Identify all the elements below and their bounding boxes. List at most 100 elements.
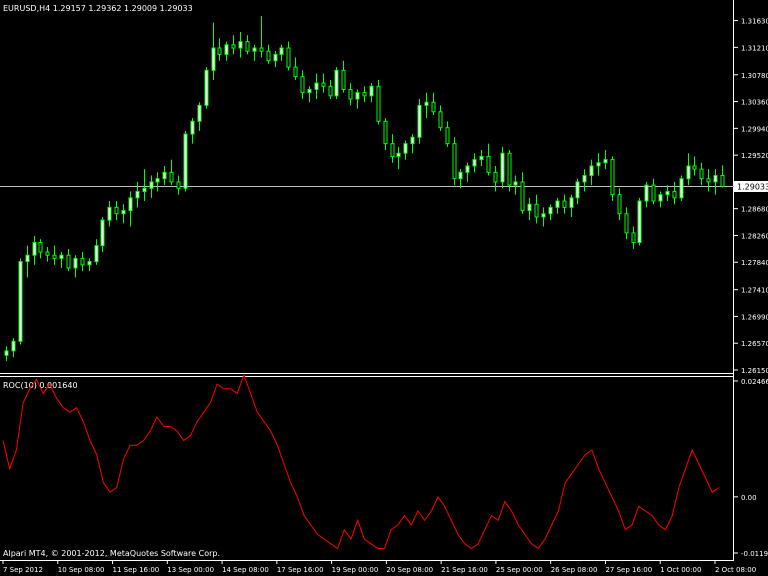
candle-body-bull [128, 197, 133, 212]
candle [493, 165, 498, 192]
candle [486, 143, 491, 176]
candle [362, 86, 367, 103]
candle-body-bull [582, 175, 587, 183]
time-tick-label: 7 Sep 2012 [3, 566, 43, 574]
candle-body-bear [507, 152, 512, 186]
candle-body-bull [637, 200, 642, 243]
candle [438, 105, 443, 131]
candle [527, 197, 532, 221]
candle [176, 175, 181, 195]
candle [500, 146, 505, 189]
candle [631, 226, 636, 249]
time-tick-label: 19 Sep 00:00 [332, 566, 379, 574]
candle [52, 245, 57, 265]
candle-body-bull [183, 133, 188, 189]
candle-body-bear [348, 88, 353, 100]
candle [162, 165, 167, 186]
candle-body-bull [644, 184, 649, 202]
candle [238, 32, 243, 58]
candle [624, 207, 629, 240]
candle-body-bull [369, 85, 374, 97]
candle [169, 159, 174, 186]
candle-body-bear [486, 155, 491, 173]
candle-body-bull [665, 190, 670, 196]
candle-body-bull [575, 181, 580, 199]
candle [472, 153, 477, 173]
candle-body-bear [562, 200, 567, 208]
candle [383, 118, 388, 151]
candle [252, 44, 257, 61]
chart-canvas[interactable]: EURUSD,H4 1.29157 1.29362 1.29009 1.2903… [0, 0, 768, 576]
candle-body-bull [94, 245, 99, 263]
symbol-header: EURUSD,H4 1.29157 1.29362 1.29009 1.2903… [3, 4, 193, 13]
candle-body-bear [245, 41, 250, 52]
price-tick-label: 1.26150 [741, 367, 768, 375]
candle-body-bull [527, 203, 532, 212]
candle [644, 181, 649, 208]
candle [513, 175, 518, 195]
candle-body-bear [169, 171, 174, 183]
roc-tick-label: 0.00 [741, 494, 757, 502]
mt4-chart-window: EURUSD,H4 1.29157 1.29362 1.29009 1.2903… [0, 0, 768, 576]
candle [534, 194, 539, 224]
candle [679, 175, 684, 202]
candle [114, 201, 119, 221]
time-tick-label: 20 Sep 08:00 [386, 566, 433, 574]
candle-body-bear [631, 232, 636, 243]
candle-body-bear [362, 92, 367, 97]
candle [369, 83, 374, 103]
candle-body-bear [217, 47, 222, 55]
candle-body-bull [87, 261, 92, 266]
candle-body-bull [307, 88, 312, 94]
candle [396, 146, 401, 170]
candle-body-bull [314, 82, 319, 90]
roc-tick-label: -0.01195 [741, 550, 768, 558]
candle [390, 134, 395, 163]
candle-body-bear [520, 181, 525, 212]
candle [245, 35, 250, 55]
candle-body-bull [603, 159, 608, 164]
price-tick-label: 1.28680 [741, 206, 768, 214]
candle [18, 258, 23, 345]
candle-body-bear [80, 257, 85, 266]
candle-body-bear [321, 82, 326, 87]
candle-body-bull [238, 41, 243, 49]
candle [445, 121, 450, 147]
candle [45, 246, 50, 262]
candle [348, 83, 353, 106]
candle-body-bear [445, 127, 450, 145]
candle [520, 172, 525, 214]
candle [183, 130, 188, 192]
candle-body-bear [266, 50, 271, 62]
candle-body-bear [390, 143, 395, 157]
candle-body-bull [479, 155, 484, 161]
candle [651, 178, 656, 205]
candle-body-bull [658, 194, 663, 202]
candle-body-bull [403, 143, 408, 154]
roc-tick-label: 0.02466 [741, 378, 768, 386]
price-tick-label: 1.26570 [741, 340, 768, 348]
price-tick-label: 1.29940 [741, 125, 768, 133]
time-tick-label: 25 Sep 00:00 [496, 566, 543, 574]
candle [38, 239, 43, 259]
candle-body-bull [149, 181, 154, 189]
candle [204, 67, 209, 109]
candle [307, 86, 312, 103]
candle [100, 216, 105, 253]
candle [341, 60, 346, 93]
roc-axis-ticks: 0.02466 0.00 -0.01195 [734, 378, 768, 558]
candle [692, 156, 697, 176]
candle [403, 140, 408, 160]
candle-body-bull [679, 178, 684, 199]
candle-body-bull [569, 197, 574, 208]
time-tick-label: 14 Sep 08:00 [222, 566, 269, 574]
candle-body-bull [513, 181, 518, 186]
candle [410, 134, 415, 154]
candle-body-bull [59, 254, 64, 259]
candle-body-bear [66, 254, 71, 269]
candle-body-bear [328, 85, 333, 97]
candle-body-bear [651, 184, 656, 202]
candle-body-bull [25, 254, 30, 263]
candle-body-bull [100, 219, 105, 247]
candle-body-bear [383, 120, 388, 145]
